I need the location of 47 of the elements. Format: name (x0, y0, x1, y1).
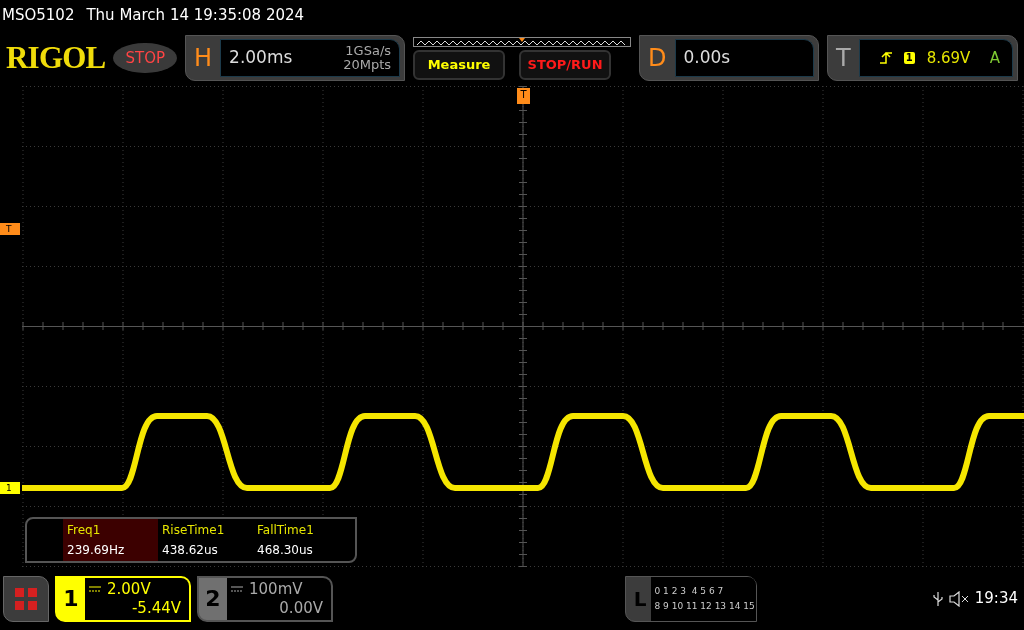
horizontal-label: H (194, 43, 213, 74)
dc-coupling-icon (231, 586, 243, 592)
channel-button[interactable]: 2 100mV 0.00V (197, 575, 333, 622)
measurement-value: 438.62us (162, 542, 219, 559)
speaker-muted-icon (948, 590, 969, 607)
channel-scale: 100mV (249, 579, 303, 599)
timebase-value: 2.00ms (229, 46, 293, 70)
date-time: Thu March 14 19:35:08 2024 (86, 4, 305, 26)
trigger-level: 8.69V (926, 47, 971, 69)
model-name: MSO5102 (2, 4, 75, 26)
channel-button[interactable]: 1 2.00V -5.44V (55, 575, 191, 622)
measurement-item[interactable]: RiseTime1 438.62us (158, 519, 253, 561)
logic-channel-numbers: 8 9 10 11 12 13 14 15 (654, 599, 756, 613)
run-state-badge: STOP (113, 42, 178, 74)
channel-offset: -5.44V (131, 598, 181, 618)
clock-time: 19:34 (974, 588, 1018, 610)
sample-rate: 1GSa/s (345, 44, 392, 58)
logic-label: L (633, 585, 647, 613)
measurement-name: FallTime1 (257, 522, 315, 539)
channel-offset: 0.00V (279, 598, 323, 618)
memory-depth: 20Mpts (343, 58, 392, 72)
delay-label: D (648, 43, 667, 74)
measurement-name: RiseTime1 (162, 522, 226, 539)
dc-coupling-icon (89, 586, 101, 592)
delay-value: 0.00s (683, 46, 731, 70)
trigger-source: 1 (903, 52, 915, 64)
trigger-mode: A (989, 47, 1000, 69)
menu-button[interactable]: STOP/RUN (519, 49, 612, 80)
usb-icon (932, 590, 943, 607)
measurement-item[interactable]: FallTime1 468.30us (253, 519, 348, 561)
grid-icon (14, 586, 38, 611)
measurement-value: 468.30us (257, 542, 314, 559)
trigger-label: T (836, 43, 851, 74)
measurement-name: Freq1 (67, 522, 102, 539)
logic-channel-numbers: 0 1 2 3 4 5 6 7 (654, 584, 725, 598)
channel-number: 1 (62, 585, 80, 613)
channel-scale: 2.00V (107, 579, 151, 599)
measurement-value: 239.69Hz (67, 542, 126, 559)
measurement-item[interactable]: Freq1 239.69Hz (63, 519, 158, 561)
rising-edge-icon (879, 52, 892, 64)
channel-marker: 1 (0, 482, 20, 494)
trigger-position-marker: T (517, 88, 530, 104)
menu-grid-button[interactable] (3, 575, 49, 622)
trigger-level-marker: T (0, 223, 20, 235)
channel-number: 2 (204, 585, 222, 613)
brand-logo: RIGOL (6, 38, 106, 77)
menu-button[interactable]: Measure (413, 49, 506, 80)
